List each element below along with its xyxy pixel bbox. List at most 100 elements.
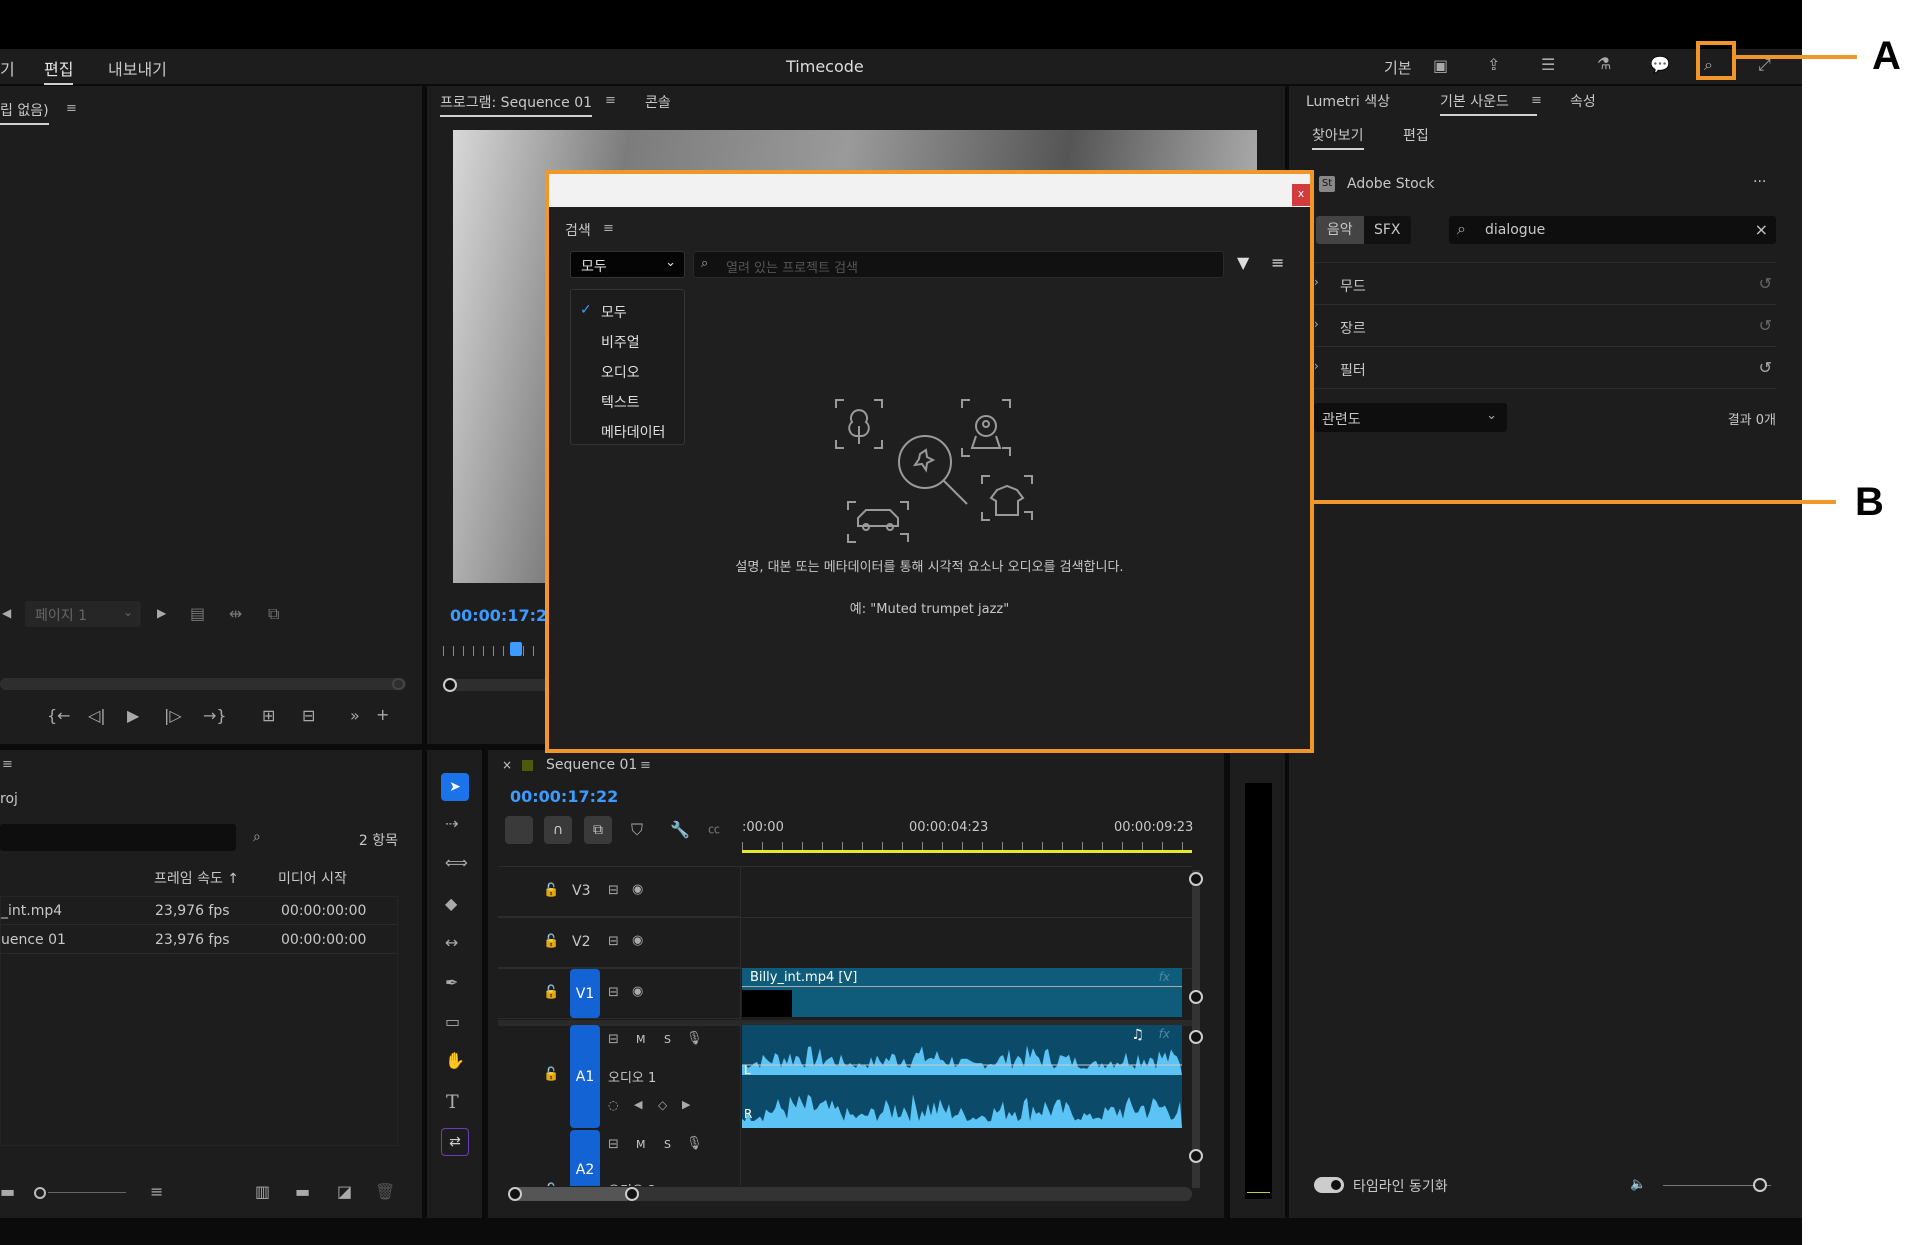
linked-selection-icon[interactable]: ⧉ xyxy=(584,816,612,844)
feedback-icon[interactable]: 💬 xyxy=(1650,57,1670,73)
snap-icon[interactable]: ∩ xyxy=(544,816,572,844)
step-back-icon[interactable]: ◁| xyxy=(88,708,106,724)
subtab-edit[interactable]: 편집 xyxy=(1403,125,1429,145)
mark-out-icon[interactable]: →} xyxy=(203,708,227,724)
lock-icon[interactable]: 🔓 xyxy=(543,1068,559,1081)
tab-essential-sound[interactable]: 기본 사운드 xyxy=(1440,91,1537,116)
column-header-fps[interactable]: 프레임 속도 ↑ xyxy=(154,868,239,888)
program-tab[interactable]: 프로그램: Sequence 01 xyxy=(440,92,592,117)
project-search-field[interactable]: ⌕ 열려 있는 프로젝트 검색 xyxy=(693,251,1224,278)
video-clip[interactable]: Billy_int.mp4 [V] fx xyxy=(742,968,1182,1017)
video-track-header[interactable]: 🔓V2⊟◉ xyxy=(498,918,740,968)
track-select-tool-icon[interactable]: ⇢ xyxy=(445,816,458,832)
selection-tool-icon[interactable]: ➤ xyxy=(441,773,469,801)
rectangle-tool-icon[interactable]: ▭ xyxy=(445,1014,460,1030)
work-area-bar[interactable] xyxy=(742,850,1192,853)
time-ruler[interactable] xyxy=(742,842,1192,850)
sync-lock-icon[interactable]: ⊟ xyxy=(608,935,619,948)
quick-menu-icon[interactable]: ☰ xyxy=(1541,57,1555,73)
next-keyframe-icon[interactable]: ▶ xyxy=(682,1099,690,1110)
trash-icon[interactable]: 🗑 xyxy=(375,1184,395,1200)
tab-properties[interactable]: 속성 xyxy=(1570,91,1596,111)
section-genre[interactable]: › 장르 ↺ xyxy=(1314,308,1776,346)
pen-tool-icon[interactable]: ✒ xyxy=(445,975,458,991)
close-sequence-icon[interactable]: × xyxy=(502,758,512,772)
tab-export[interactable]: 내보내기 xyxy=(108,56,167,80)
panel-menu-icon[interactable]: ≡ xyxy=(66,102,77,115)
slip-tool-icon[interactable]: ↔ xyxy=(445,935,458,951)
share-icon[interactable]: ⇪ xyxy=(1487,57,1500,73)
insert-clip-icon[interactable]: ⊞ xyxy=(262,708,275,724)
workspace-label[interactable]: 기본 xyxy=(1384,57,1412,78)
reset-icon[interactable]: ↺ xyxy=(1759,318,1772,334)
panel-menu-icon[interactable]: ≡ xyxy=(640,759,651,772)
microphone-icon[interactable]: 🎙 xyxy=(686,1032,703,1045)
eye-icon[interactable]: ◉ xyxy=(632,883,643,896)
filter-option[interactable]: 메타데이터 xyxy=(571,418,684,444)
scroll-handle[interactable] xyxy=(443,678,457,692)
new-bin-icon[interactable]: ▬ xyxy=(295,1184,310,1200)
fullscreen-icon[interactable]: ⤢ xyxy=(1758,57,1771,73)
overwrite-clip-icon[interactable]: ⊟ xyxy=(302,708,315,724)
console-tab[interactable]: 콘솔 xyxy=(645,92,671,112)
play-icon[interactable]: ▶ xyxy=(127,708,139,724)
captions-icon[interactable]: ㏄ xyxy=(708,823,720,835)
next-page-icon[interactable]: ▶ xyxy=(157,607,166,619)
filter-option[interactable]: ✓모두 xyxy=(571,298,684,324)
section-mood[interactable]: › 무드 ↺ xyxy=(1314,266,1776,304)
mark-in-icon[interactable]: {← xyxy=(47,708,71,724)
table-row[interactable]: _int.mp4 23,976 fps 00:00:00:00 xyxy=(1,897,397,925)
razor-tool-icon[interactable]: ◆ xyxy=(445,896,457,912)
track-target[interactable]: V1 xyxy=(570,969,600,1018)
panel-menu-icon[interactable]: ≡ xyxy=(1531,94,1542,107)
sort-menu-icon[interactable]: ≡ xyxy=(1271,255,1284,271)
video-track-header[interactable]: 🔓V3⊟◉ xyxy=(498,867,740,917)
tab-lumetri[interactable]: Lumetri 색상 xyxy=(1306,91,1390,111)
solo-button[interactable]: S xyxy=(664,1033,671,1046)
solo-button[interactable]: S xyxy=(664,1138,671,1151)
close-dialog-button[interactable]: x xyxy=(1292,184,1310,206)
panel-menu-icon[interactable]: ≡ xyxy=(605,94,616,107)
add-marker-icon[interactable]: ⛉ xyxy=(631,822,643,838)
playhead[interactable] xyxy=(510,642,522,656)
sync-lock-icon[interactable]: ⊟ xyxy=(608,986,619,999)
lock-icon[interactable]: 🔓 xyxy=(543,986,559,999)
zoom-slider[interactable] xyxy=(48,1192,126,1193)
volume-slider-handle[interactable] xyxy=(1753,1178,1767,1192)
section-filter[interactable]: › 필터 ↺ xyxy=(1314,350,1776,388)
mute-button[interactable]: M xyxy=(636,1033,646,1046)
new-item-icon[interactable]: ◪ xyxy=(337,1184,352,1200)
film-icon[interactable]: ▤ xyxy=(190,606,205,622)
reset-icon[interactable]: ↺ xyxy=(1759,276,1772,292)
source-tab[interactable]: 립 없음) xyxy=(0,100,49,125)
reset-icon[interactable]: ↺ xyxy=(1759,360,1772,376)
vertical-scrollbar[interactable] xyxy=(1192,870,1200,1188)
lock-icon[interactable]: 🔓 xyxy=(543,1184,559,1186)
timeline-sync-toggle[interactable] xyxy=(1314,1177,1344,1193)
filter-option[interactable]: 텍스트 xyxy=(571,388,684,414)
add-keyframe-icon[interactable]: ◇ xyxy=(658,1099,667,1111)
column-header-media-start[interactable]: 미디어 시작 xyxy=(278,868,347,888)
zoom-slider-handle[interactable] xyxy=(34,1187,46,1199)
subtab-browse[interactable]: 찾아보기 xyxy=(1312,125,1364,150)
audio-clip[interactable]: L R ♫ fx xyxy=(742,1025,1182,1128)
eye-icon[interactable]: ◉ xyxy=(632,985,643,998)
timeline-timecode[interactable]: 00:00:17:22 xyxy=(510,787,618,806)
segment-sfx[interactable]: SFX xyxy=(1364,216,1412,244)
track-target[interactable]: A1 xyxy=(570,1025,600,1128)
type-tool-icon[interactable]: T xyxy=(446,1093,459,1112)
insert-icon[interactable]: ⇹ xyxy=(229,606,242,622)
audio-track-header[interactable]: A1🔓⊟MS🎙오디오 1◌◀◇▶ xyxy=(498,1025,740,1128)
add-button-icon[interactable]: + xyxy=(376,707,389,723)
lock-icon[interactable]: 🔓 xyxy=(543,935,559,948)
table-row[interactable]: uence 01 23,976 fps 00:00:00:00 xyxy=(1,926,397,954)
audio-track-header[interactable]: A2🔓⊟MS🎙오디오 2 xyxy=(498,1130,740,1186)
volume-keyframe-icon[interactable]: ◌ xyxy=(608,1099,618,1111)
source-scrollbar[interactable] xyxy=(0,678,406,690)
filter-option[interactable]: 오디오 xyxy=(571,358,684,384)
sync-lock-icon[interactable]: ⊟ xyxy=(608,1033,619,1046)
overwrite-icon[interactable]: ⧉ xyxy=(268,606,279,622)
program-ruler[interactable] xyxy=(443,646,543,656)
ripple-edit-tool-icon[interactable]: ⟺ xyxy=(445,855,468,871)
find-icon[interactable]: ⌕ xyxy=(253,830,261,844)
